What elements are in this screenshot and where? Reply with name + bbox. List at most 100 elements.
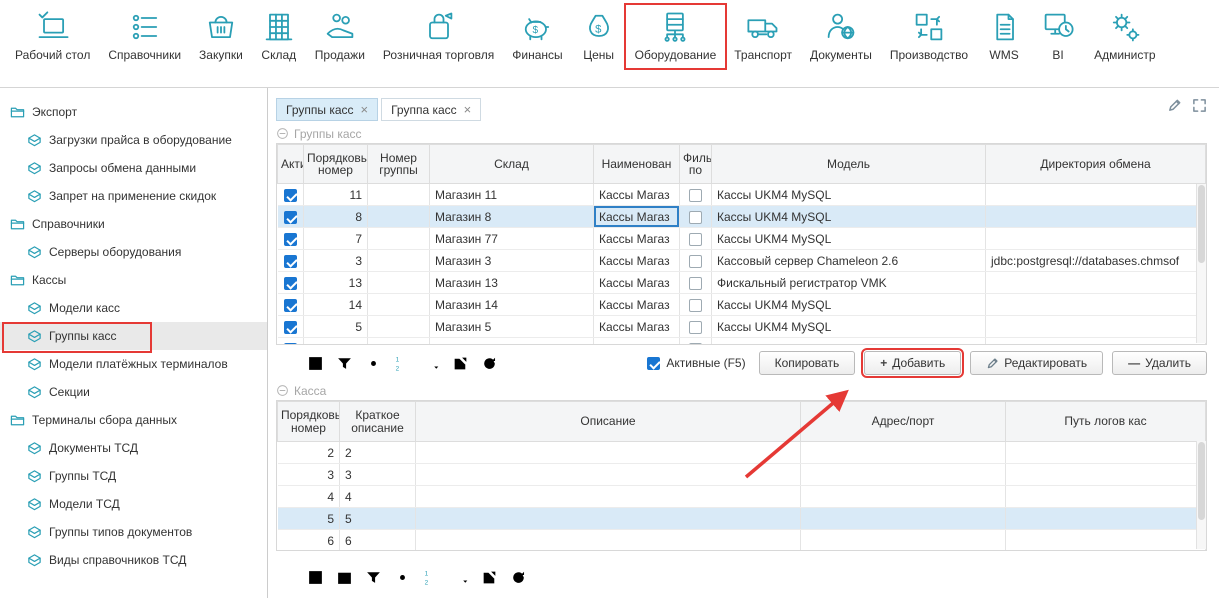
- table-cell[interactable]: [278, 184, 304, 206]
- list-view-button[interactable]: [276, 567, 296, 587]
- table-cell[interactable]: 13: [304, 272, 368, 294]
- column-header[interactable]: Описание: [416, 402, 801, 442]
- calendar-button[interactable]: [334, 567, 354, 587]
- table-cell[interactable]: Кассы UKM4 MySQL: [712, 228, 986, 250]
- table-cell[interactable]: [368, 272, 430, 294]
- table-cell[interactable]: [801, 530, 1006, 552]
- column-header[interactable]: Адрес/порт: [801, 402, 1006, 442]
- table-cell[interactable]: Кассы Магаз: [594, 228, 680, 250]
- nav-item-finance[interactable]: $Финансы: [503, 5, 571, 68]
- table-cell[interactable]: [986, 184, 1206, 206]
- table-row[interactable]: 3Магазин 3Кассы МагазКассовый сервер Cha…: [278, 250, 1206, 272]
- table-cell[interactable]: [278, 272, 304, 294]
- table-cell[interactable]: Магазин 5: [430, 316, 594, 338]
- table-cell[interactable]: 7: [304, 228, 368, 250]
- table-cell[interactable]: [680, 250, 712, 272]
- table-cell[interactable]: 6: [278, 530, 340, 552]
- table-row[interactable]: 33: [278, 464, 1206, 486]
- table-cell[interactable]: [680, 316, 712, 338]
- active-filter-checkbox[interactable]: Активные (F5): [647, 356, 745, 370]
- table-cell[interactable]: [368, 250, 430, 272]
- checkbox-checked[interactable]: [284, 299, 297, 312]
- checkbox-checked[interactable]: [284, 255, 297, 268]
- table-cell[interactable]: [416, 464, 801, 486]
- table-cell[interactable]: Кассы UKM4 MySQL: [712, 316, 986, 338]
- table-cell[interactable]: [801, 464, 1006, 486]
- table-cell[interactable]: [304, 338, 368, 346]
- table-cell[interactable]: [986, 338, 1206, 346]
- table-cell[interactable]: Кассы Магаз: [594, 316, 680, 338]
- table-row[interactable]: 66: [278, 530, 1206, 552]
- table-cell[interactable]: Кассы Магаз: [594, 272, 680, 294]
- table-row[interactable]: 5Магазин 5Кассы МагазКассы UKM4 MySQL: [278, 316, 1206, 338]
- nav-item-purchases[interactable]: Закупки: [190, 5, 252, 68]
- checkbox-checked[interactable]: [284, 321, 297, 334]
- table-cell[interactable]: [986, 272, 1206, 294]
- column-header[interactable]: Акти: [278, 145, 304, 184]
- table-cell[interactable]: [801, 486, 1006, 508]
- table-cell[interactable]: 2: [278, 442, 340, 464]
- table-cell[interactable]: [278, 206, 304, 228]
- scrollbar-thumb[interactable]: [1198, 442, 1205, 520]
- table-cell[interactable]: Кассы Магаз: [594, 294, 680, 316]
- checkbox-checked[interactable]: [284, 277, 297, 290]
- sidebar-item-6[interactable]: Кассы: [0, 266, 267, 294]
- scrollbar-thumb[interactable]: [1198, 185, 1205, 263]
- expand-icon[interactable]: [1192, 98, 1207, 113]
- sidebar-item-13[interactable]: Группы ТСД: [0, 462, 267, 490]
- checkbox-unchecked[interactable]: [689, 255, 702, 268]
- table-row[interactable]: 55: [278, 508, 1206, 530]
- checkbox-unchecked[interactable]: [689, 277, 702, 290]
- nav-item-warehouse[interactable]: Склад: [252, 5, 306, 68]
- table-cell[interactable]: Кассы Магаз: [594, 250, 680, 272]
- tab-close-icon[interactable]: ×: [464, 103, 472, 116]
- table-cell[interactable]: [986, 294, 1206, 316]
- table-cell[interactable]: [1006, 508, 1206, 530]
- sidebar-item-2[interactable]: Запросы обмена данными: [0, 154, 267, 182]
- nav-item-wms[interactable]: WMS: [977, 5, 1031, 68]
- checkbox-checked[interactable]: [284, 189, 297, 202]
- nav-item-sales[interactable]: Продажи: [306, 5, 374, 68]
- table-row[interactable]: 7Магазин 77Кассы МагазКассы UKM4 MySQL: [278, 228, 1206, 250]
- sidebar-item-11[interactable]: Терминалы сбора данных: [0, 406, 267, 434]
- sidebar-item-7[interactable]: Модели касс: [0, 294, 267, 322]
- table-cell[interactable]: 11: [304, 184, 368, 206]
- table-cell[interactable]: 3: [278, 464, 340, 486]
- grid-view-button[interactable]: [305, 567, 325, 587]
- sidebar-item-9[interactable]: Модели платёжных терминалов: [0, 350, 267, 378]
- nav-item-transport[interactable]: Транспорт: [725, 5, 801, 68]
- table-cell[interactable]: 8: [304, 206, 368, 228]
- sort-button[interactable]: [450, 567, 470, 587]
- filter-button[interactable]: [363, 567, 383, 587]
- checkbox-unchecked[interactable]: [689, 321, 702, 334]
- table-cell[interactable]: [278, 316, 304, 338]
- table-cell[interactable]: 3: [340, 464, 416, 486]
- collapse-icon[interactable]: [276, 384, 289, 397]
- table-cell[interactable]: 4: [278, 486, 340, 508]
- table-row[interactable]: [278, 338, 1206, 346]
- checkbox-checked[interactable]: [284, 343, 297, 345]
- numbered-list-button[interactable]: 12: [421, 567, 441, 587]
- table-cell[interactable]: [1006, 530, 1206, 552]
- sidebar-item-5[interactable]: Серверы оборудования: [0, 238, 267, 266]
- sidebar-item-14[interactable]: Модели ТСД: [0, 490, 267, 518]
- table-row[interactable]: 11Магазин 11Кассы МагазКассы UKM4 MySQL: [278, 184, 1206, 206]
- export-button[interactable]: [450, 353, 470, 373]
- nav-item-desktop[interactable]: Рабочий стол: [6, 5, 99, 68]
- refresh-button[interactable]: [508, 567, 528, 587]
- vertical-scrollbar[interactable]: [1196, 441, 1206, 549]
- sidebar-item-16[interactable]: Виды справочников ТСД: [0, 546, 267, 574]
- table-row[interactable]: 22: [278, 442, 1206, 464]
- grid-view-button[interactable]: [305, 353, 325, 373]
- nav-item-administration[interactable]: Администр: [1085, 5, 1164, 68]
- editing-cell[interactable]: Кассы Магаз: [594, 206, 680, 228]
- table-cell[interactable]: Магазин 8: [430, 206, 594, 228]
- table-cell[interactable]: [1006, 442, 1206, 464]
- checkbox-unchecked[interactable]: [689, 189, 702, 202]
- gear-button[interactable]: [363, 353, 383, 373]
- table-cell[interactable]: [986, 316, 1206, 338]
- table-cell[interactable]: 5: [340, 508, 416, 530]
- nav-item-directories[interactable]: Справочники: [99, 5, 190, 68]
- checkbox-unchecked[interactable]: [689, 233, 702, 246]
- refresh-button[interactable]: [479, 353, 499, 373]
